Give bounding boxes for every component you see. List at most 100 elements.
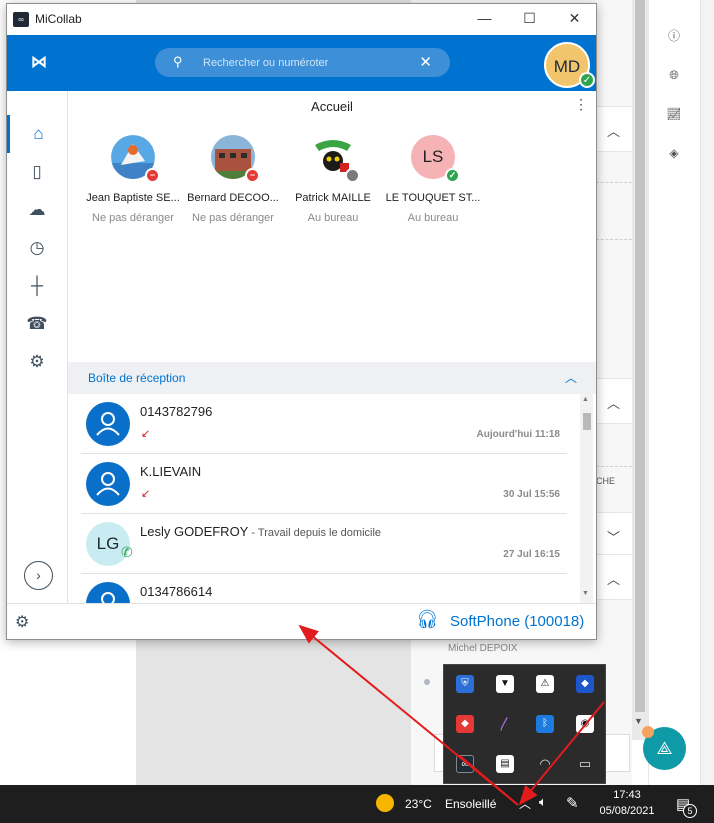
scroll-up-arrow-icon[interactable]: ▲ — [582, 396, 589, 403]
list-item[interactable]: 0143782796 ↙ Aujourd'hui 11:18 — [81, 394, 567, 454]
bluetooth-icon[interactable]: ᛒ — [536, 715, 554, 733]
weather-condition[interactable]: Ensoleillé — [445, 797, 496, 811]
micollab-tray-icon[interactable]: ∞ — [456, 755, 474, 773]
list-item[interactable]: K.LIEVAIN ↙ 30 Jul 15:56 — [81, 454, 567, 514]
answered-call-icon: ✆ — [121, 544, 133, 560]
item-subtitle: - Travail depuis le domicile — [248, 527, 382, 539]
favorite-status: Au bureau — [407, 212, 459, 224]
weather-temperature[interactable]: 23°C — [405, 797, 432, 811]
search-input[interactable] — [203, 54, 403, 72]
history-clock-icon[interactable]: ◷ — [7, 229, 67, 267]
main-content: Accueil ⋮ − Jean Baptiste SE... Ne pas d… — [68, 91, 596, 603]
search-bar[interactable]: ⚲ ✕ — [155, 48, 450, 77]
available-status-icon: ✓ — [579, 72, 595, 88]
item-title: Lesly GODEFROY - Travail depuis le domic… — [140, 524, 381, 539]
collapse-chevron-icon[interactable]: ︿ — [565, 369, 577, 386]
close-button[interactable]: ✕ — [552, 4, 596, 35]
favorite-status: Ne pas déranger — [192, 212, 274, 224]
vpn-icon[interactable]: ▼ — [496, 675, 514, 693]
clock-time[interactable]: 17:43 — [597, 789, 657, 801]
missed-call-icon: ↙ — [141, 428, 151, 440]
security-warning-icon[interactable]: ⚠ — [536, 675, 554, 693]
settings-gears-icon[interactable]: ⚙ — [15, 612, 29, 632]
voicemail-wave-icon[interactable]: ┼ — [7, 267, 67, 305]
chevron-up-icon: ︿ — [606, 572, 620, 587]
background-edge-scrollbar — [700, 0, 714, 785]
pen-icon[interactable]: ✎ — [566, 794, 579, 812]
person-icon — [86, 582, 130, 603]
home-icon[interactable]: ⌂ — [7, 115, 67, 153]
fab-notification-dot — [642, 726, 654, 738]
battery-icon[interactable]: ▭ — [576, 755, 594, 773]
item-name: Lesly GODEFROY — [140, 524, 249, 539]
background-text: CHE — [596, 476, 616, 486]
feather-icon[interactable]: 〳 — [496, 715, 514, 733]
scroll-down-arrow-icon[interactable]: ▼ — [634, 716, 643, 726]
chart-icon[interactable]: 📈︎ — [666, 106, 682, 122]
favorite-name: Jean Baptiste SE... — [86, 192, 180, 204]
notepad-icon[interactable]: ▤ — [496, 755, 514, 773]
background-scrollbar-thumb[interactable] — [635, 0, 645, 712]
item-time: 30 Jul 15:56 — [503, 489, 560, 500]
tray-overflow-popup: ⛨ ▼ ⚠ ◆ ◆ 〳 ᛒ ◉ ∞ ▤ ◠ ▭ — [443, 664, 606, 784]
background-accordion[interactable]: ﹀ — [596, 512, 632, 558]
globe-icon[interactable]: 🌐︎ — [666, 67, 682, 83]
settings-gears-icon[interactable]: ⚙ — [7, 343, 67, 381]
person-icon — [86, 462, 130, 506]
inbox-header[interactable]: Boîte de réception ︿ — [68, 362, 596, 394]
headset-icon[interactable]: 🎧︎ — [416, 609, 439, 630]
maximize-button[interactable]: ☐ — [507, 4, 552, 35]
offline-status-icon — [345, 168, 360, 183]
divider — [596, 466, 632, 467]
info-icon[interactable]: ⓘ — [666, 28, 682, 44]
screen-share-icon[interactable]: ◆ — [456, 715, 474, 733]
background-accordion[interactable]: ︿ — [596, 378, 632, 424]
available-status-icon: ✓ — [445, 168, 460, 183]
remote-app-icon[interactable]: ◆ — [576, 675, 594, 693]
chat-icon[interactable]: ☁ — [7, 191, 67, 229]
favorite-status: Au bureau — [307, 212, 359, 224]
volume-icon[interactable]: 🔈︎ — [539, 794, 547, 810]
divider — [596, 239, 632, 240]
favorite-name: LE TOUQUET ST... — [385, 192, 481, 204]
title-bar[interactable]: ∞ MiCollab — ☐ ✕ — [7, 4, 596, 35]
item-time: 27 Jul 16:15 — [503, 549, 560, 560]
sun-icon[interactable] — [376, 794, 394, 812]
mitel-brand-icon[interactable]: ⋈ — [31, 52, 47, 72]
micollab-logo-icon: ∞ — [13, 12, 29, 27]
favorite-status: Ne pas déranger — [92, 212, 174, 224]
footer-bar: ⚙ 🎧︎ SoftPhone (100018) — [7, 603, 596, 639]
softphone-status[interactable]: SoftPhone (100018) — [450, 613, 584, 630]
item-title: 0134786614 — [140, 584, 213, 599]
shield-icon[interactable]: ⛨ — [456, 675, 474, 693]
taskbar: 23°C Ensoleillé ︿ 🔈︎ ✎ 17:43 05/08/2021 … — [0, 785, 714, 823]
sidebar-nav: ⌂ ▯ ☁ ◷ ┼ ☎ ⚙ › — [7, 91, 68, 603]
show-hidden-icons-chevron-icon[interactable]: ︿ — [519, 795, 531, 812]
layers-icon[interactable]: ◈ — [666, 145, 682, 161]
list-item[interactable]: 0134786614 — [81, 574, 567, 603]
background-contact-name: Michel DEPOIX — [448, 643, 518, 654]
scroll-down-arrow-icon[interactable]: ▼ — [582, 590, 589, 597]
search-icon: ⚲ — [173, 54, 183, 69]
camera-app-icon[interactable]: ◉ — [576, 715, 594, 733]
chevron-up-icon: ︿ — [606, 124, 620, 139]
background-accordion[interactable]: ︿ — [596, 554, 632, 600]
inbox-scrollbar-thumb[interactable] — [583, 413, 591, 430]
wifi-icon[interactable]: ◠ — [536, 755, 554, 773]
app-header: ⋈ ⚲ ✕ MD ✓ — [7, 35, 596, 91]
clear-search-icon[interactable]: ✕ — [419, 53, 432, 71]
call-routing-icon[interactable]: ☎ — [7, 305, 67, 343]
more-options-icon[interactable]: ⋮ — [574, 96, 588, 113]
minimize-button[interactable]: — — [462, 4, 507, 35]
notification-count-badge: 5 — [683, 804, 697, 818]
micollab-window: ∞ MiCollab — ☐ ✕ ⋈ ⚲ ✕ MD ✓ ⌂ ▯ ☁ ◷ ┼ ☎ … — [6, 3, 597, 640]
contacts-book-icon[interactable]: ▯ — [7, 153, 67, 191]
chevron-up-icon: ︿ — [606, 396, 620, 411]
list-item[interactable]: LG Lesly GODEFROY - Travail depuis le do… — [81, 514, 567, 574]
expand-sidebar-button[interactable]: › — [24, 561, 53, 590]
clock-date[interactable]: 05/08/2021 — [597, 805, 657, 817]
window-title: MiCollab — [35, 12, 82, 26]
do-not-disturb-icon: − — [245, 168, 260, 183]
background-accordion[interactable]: ︿ — [596, 106, 632, 152]
do-not-disturb-icon: − — [145, 168, 160, 183]
